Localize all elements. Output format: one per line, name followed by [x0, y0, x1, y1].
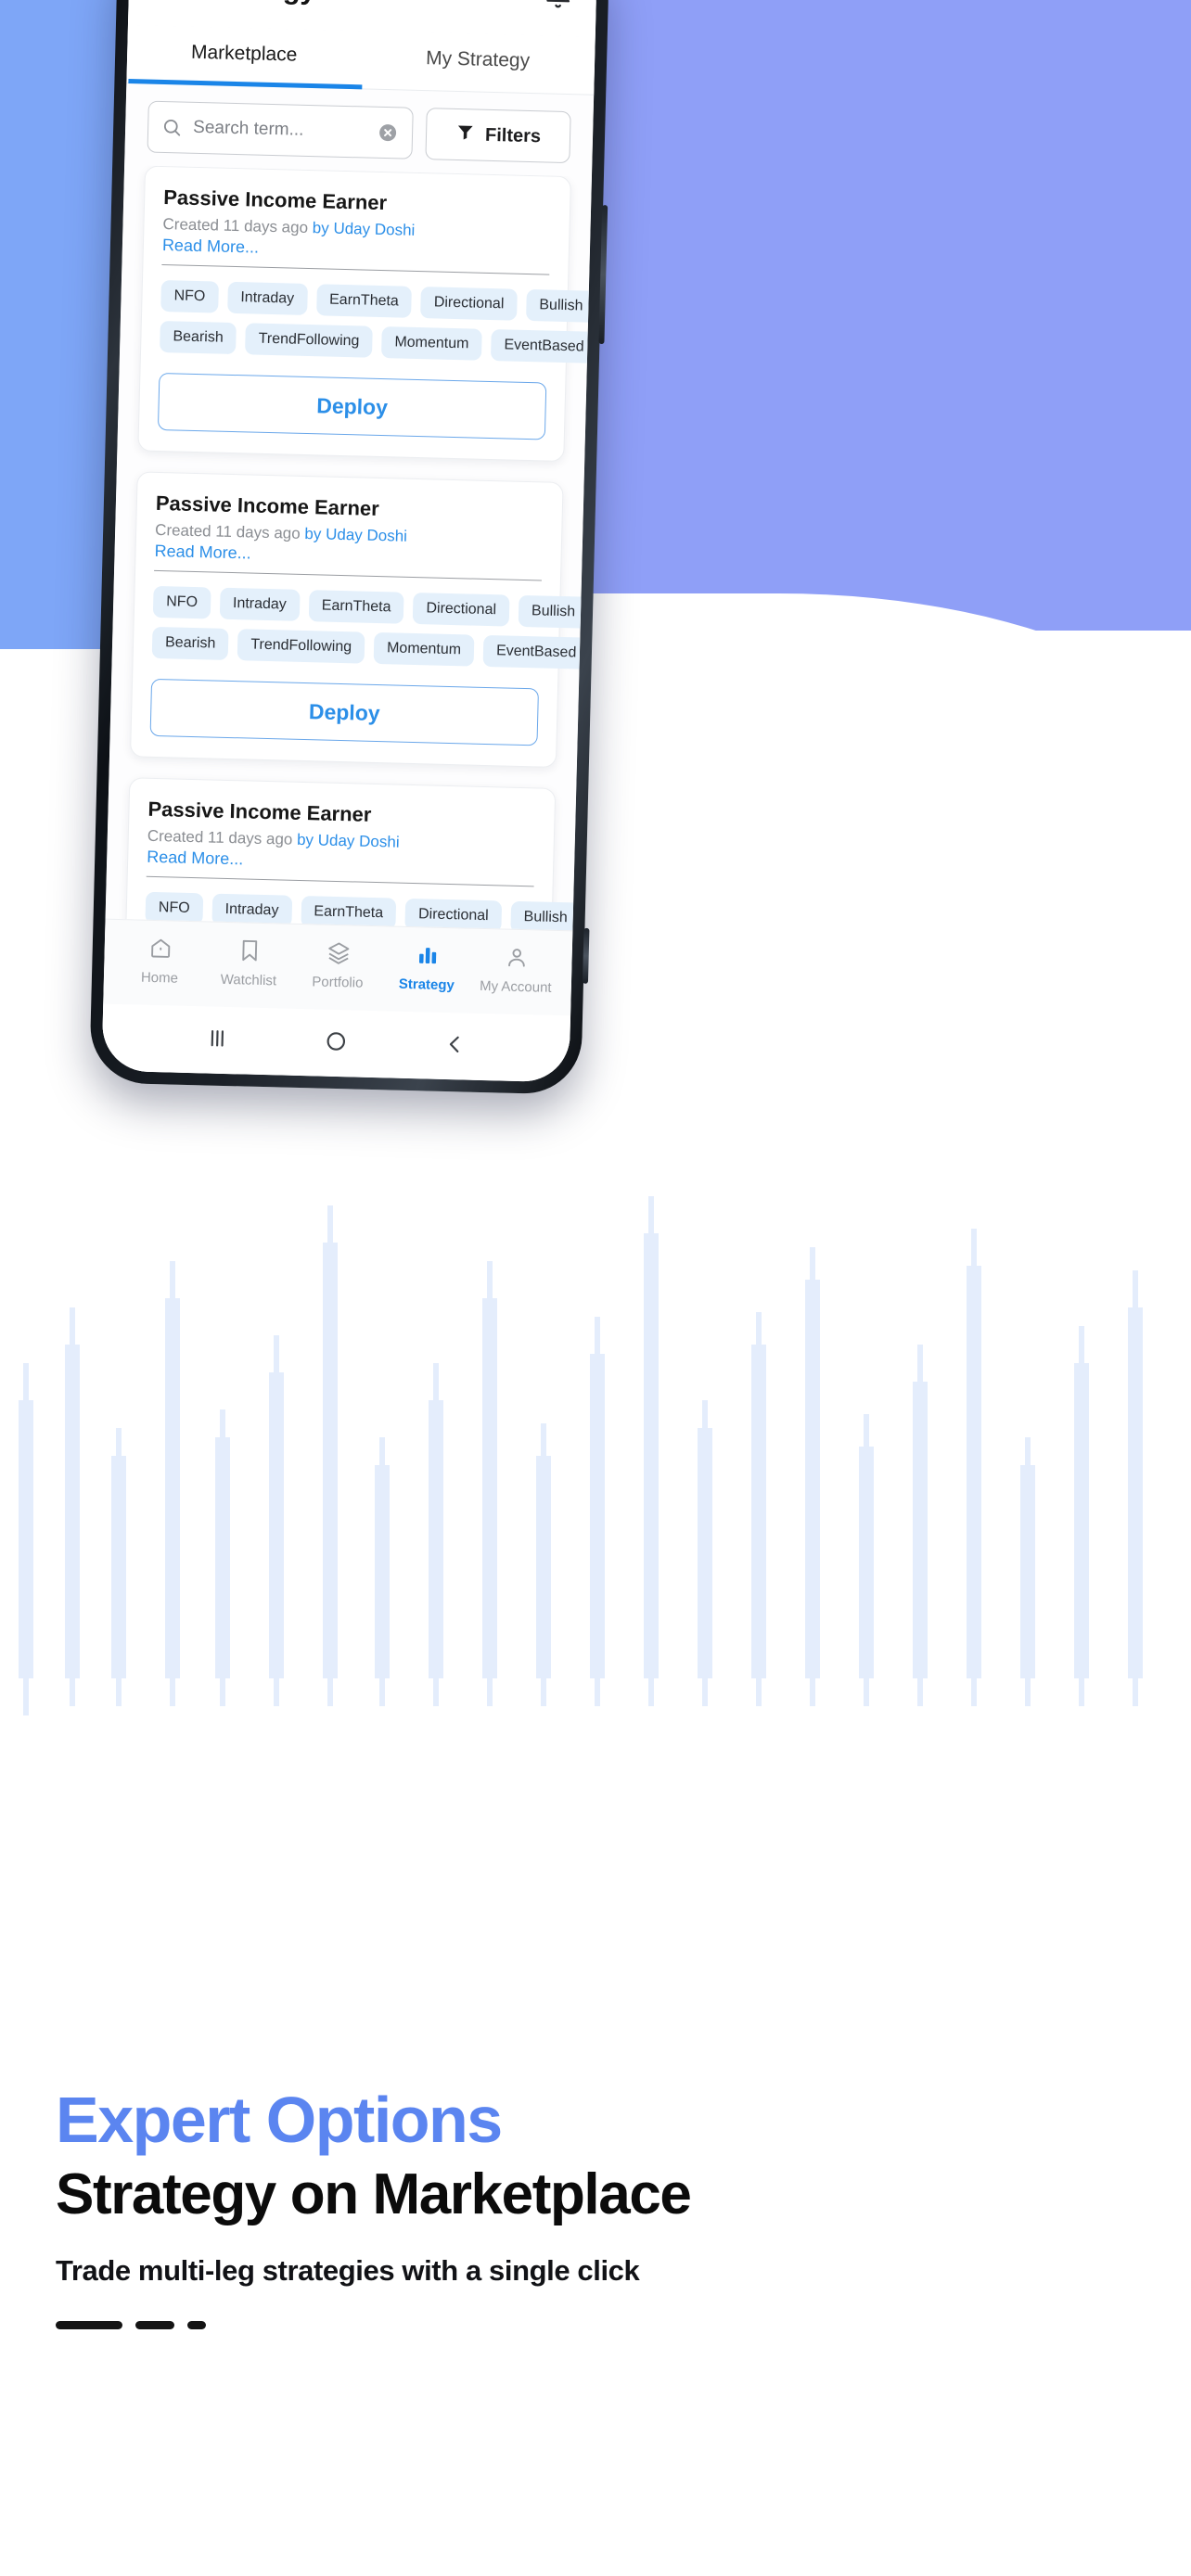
search-filter-row: Search term... Filters — [124, 83, 594, 177]
nav-item-watchlist[interactable]: Watchlist — [204, 937, 294, 988]
nav-item-portfolio[interactable]: Portfolio — [293, 938, 383, 990]
tag-row: Bearish TrendFollowing Momentum EventBas… — [151, 626, 590, 670]
nav-item-home[interactable]: Home — [115, 934, 205, 986]
strategy-card[interactable]: Passive Income Earner Created 11 days ag… — [129, 471, 590, 768]
tab-my-strategy[interactable]: My Strategy — [360, 31, 595, 94]
tag-chip[interactable]: TrendFollowing — [245, 323, 373, 358]
created-text: Created 11 days ago — [162, 215, 309, 236]
layers-icon — [326, 939, 352, 969]
pagination-dot[interactable] — [135, 2320, 174, 2329]
strategy-title: Passive Income Earner — [147, 797, 372, 826]
tag-group: NFO Intraday EarnTheta Directional Bulli… — [151, 585, 590, 670]
tag-chip[interactable]: Momentum — [373, 631, 475, 667]
pagination-dot-active[interactable] — [56, 2320, 122, 2329]
tag-chip[interactable]: NFO — [152, 585, 211, 619]
card-divider — [146, 875, 534, 887]
nav-item-my-account[interactable]: My Account — [471, 943, 561, 995]
author-link[interactable]: by Uday Doshi — [297, 831, 400, 851]
tag-chip[interactable]: EarnTheta — [308, 590, 404, 624]
page-title: Strategy — [203, 0, 317, 6]
tag-chip[interactable]: EarnTheta — [315, 284, 413, 318]
tag-chip[interactable]: Directional — [413, 592, 510, 627]
tag-chip[interactable]: Directional — [420, 287, 518, 321]
card-divider — [154, 569, 542, 581]
home-icon — [147, 935, 173, 964]
tag-group: NFO Intraday EarnTheta Directional Bulli… — [160, 279, 592, 363]
tag-chip[interactable]: Bearish — [160, 320, 237, 355]
home-circle-icon[interactable] — [324, 1028, 349, 1058]
bottom-navigation: Home Watchlist Portfolio Strategy My Acc… — [103, 918, 573, 1016]
nav-label: Home — [140, 969, 179, 987]
strategy-card[interactable]: Passive Income Earner Created 11 days ag… — [137, 165, 592, 463]
app-root: Strategy Marketplace My Strategy — [101, 0, 597, 1083]
tag-row: NFO Intraday EarnTheta Directional Bulli… — [160, 279, 592, 323]
candlestick-watermark — [19, 1196, 1143, 1715]
person-icon — [504, 944, 530, 974]
bell-icon[interactable] — [544, 0, 572, 11]
recents-icon[interactable] — [205, 1026, 230, 1055]
tag-chip[interactable]: Directional — [404, 898, 503, 931]
tag-chip[interactable]: Intraday — [219, 587, 301, 621]
filters-label: Filters — [484, 124, 542, 147]
tag-chip[interactable]: EventBased — [482, 634, 590, 670]
search-icon — [161, 117, 183, 138]
back-chevron-icon[interactable] — [442, 1031, 467, 1061]
tag-chip[interactable]: Bullish — [525, 288, 592, 323]
phone-screen: Strategy Marketplace My Strategy — [101, 0, 597, 1083]
filters-button[interactable]: Filters — [425, 108, 571, 164]
strategy-title: Passive Income Earner — [162, 185, 388, 215]
nav-label: Watchlist — [220, 971, 277, 988]
nav-label: My Account — [479, 977, 552, 996]
author-link[interactable]: by Uday Doshi — [313, 219, 416, 239]
headline-primary: Expert Options — [56, 2084, 503, 2156]
phone-mockup: Strategy Marketplace My Strategy — [89, 0, 610, 1095]
tag-row: NFO Intraday EarnTheta Directional Bulli… — [152, 585, 589, 629]
tag-chip[interactable]: NFO — [160, 279, 219, 313]
pagination-dot[interactable] — [187, 2320, 206, 2329]
created-text: Created 11 days ago — [147, 826, 293, 848]
created-text: Created 11 days ago — [154, 520, 301, 542]
subheadline: Trade multi-leg strategies with a single… — [56, 2253, 640, 2287]
android-navigation-bar — [101, 1003, 571, 1083]
tag-chip[interactable]: Momentum — [381, 326, 482, 361]
nav-item-strategy[interactable]: Strategy — [382, 941, 472, 993]
nav-label: Portfolio — [312, 973, 364, 991]
tag-chip[interactable]: Intraday — [226, 281, 308, 315]
strategy-title: Passive Income Earner — [155, 491, 380, 521]
tab-bar: Marketplace My Strategy — [126, 24, 596, 96]
bar-chart-icon — [415, 942, 441, 972]
strategy-card[interactable]: Passive Income Earner Created 11 days ag… — [122, 777, 582, 931]
tag-chip[interactable]: EventBased — [490, 329, 592, 363]
blue-blob-far-right — [519, 0, 1191, 631]
tag-chip[interactable]: Bullish — [518, 594, 589, 629]
bookmark-icon — [237, 937, 263, 967]
deploy-button[interactable]: Deploy — [157, 372, 547, 440]
card-divider — [161, 263, 550, 275]
search-placeholder-text: Search term... — [192, 117, 304, 140]
marketing-copy: Expert Options Strategy on Marketplace T… — [0, 2084, 1191, 2329]
nav-label: Strategy — [398, 976, 455, 993]
tag-chip[interactable]: TrendFollowing — [237, 629, 365, 664]
clear-circle-icon[interactable] — [377, 121, 400, 145]
tag-chip[interactable]: Bearish — [151, 626, 229, 660]
search-input[interactable]: Search term... — [147, 100, 414, 159]
funnel-icon — [455, 121, 476, 147]
pagination-dots — [56, 2320, 1135, 2329]
tag-row: Bearish TrendFollowing Momentum EventBas… — [160, 320, 592, 363]
headline-secondary: Strategy on Marketplace — [56, 2162, 692, 2226]
tag-chip[interactable]: Bullish — [510, 900, 582, 931]
strategy-card-list[interactable]: Passive Income Earner Created 11 days ag… — [106, 165, 592, 931]
author-link[interactable]: by Uday Doshi — [304, 525, 407, 545]
deploy-button[interactable]: Deploy — [149, 678, 539, 746]
